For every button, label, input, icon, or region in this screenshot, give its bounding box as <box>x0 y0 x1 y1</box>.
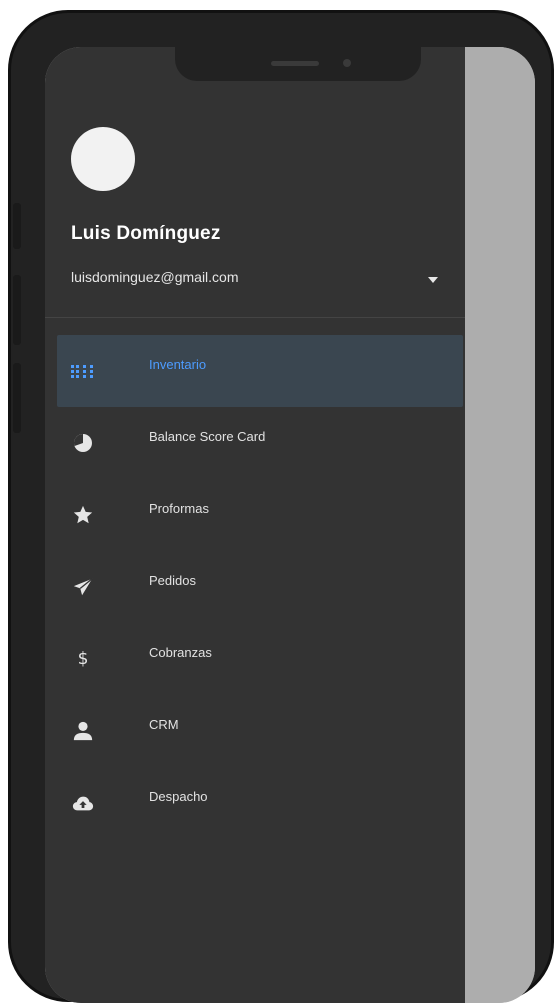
drawer-menu: Inventario Balance Score Card Proformas … <box>45 335 465 839</box>
menu-item-balance-score-card[interactable]: Balance Score Card <box>45 407 465 479</box>
menu-item-label: Pedidos <box>149 573 196 588</box>
phone-side-button <box>13 275 21 345</box>
menu-item-pedidos[interactable]: Pedidos <box>45 551 465 623</box>
phone-notch <box>175 47 421 81</box>
menu-item-cobranzas[interactable]: $ Cobranzas <box>45 623 465 695</box>
cloud-upload-icon <box>71 791 95 815</box>
menu-item-label: Inventario <box>149 357 207 372</box>
user-name: Luis Domínguez <box>71 223 221 244</box>
menu-item-inventario[interactable]: Inventario <box>57 335 463 407</box>
grid-dots-icon <box>71 359 95 383</box>
pie-chart-icon <box>71 431 95 455</box>
divider <box>45 317 465 318</box>
menu-item-label: Balance Score Card <box>149 429 266 444</box>
menu-item-despacho[interactable]: Despacho <box>45 767 465 839</box>
speaker-grille <box>271 61 319 66</box>
avatar[interactable] <box>71 127 135 191</box>
menu-item-proformas[interactable]: Proformas <box>45 479 465 551</box>
phone-side-button <box>13 363 21 433</box>
star-icon <box>71 503 95 527</box>
account-dropdown-icon[interactable] <box>428 277 438 283</box>
drawer-scrim[interactable] <box>465 47 535 1003</box>
menu-item-label: Proformas <box>149 501 209 516</box>
menu-item-label: CRM <box>149 717 179 732</box>
menu-item-label: Despacho <box>149 789 208 804</box>
phone-frame: Luis Domínguez luisdominguez@gmail.com I… <box>8 10 554 1003</box>
send-icon <box>71 575 95 599</box>
phone-side-button <box>13 203 21 249</box>
menu-item-crm[interactable]: CRM <box>45 695 465 767</box>
front-camera <box>343 59 351 67</box>
navigation-drawer: Luis Domínguez luisdominguez@gmail.com I… <box>45 47 465 1003</box>
person-icon <box>71 719 95 743</box>
menu-item-label: Cobranzas <box>149 645 212 660</box>
phone-screen: Luis Domínguez luisdominguez@gmail.com I… <box>45 47 535 1003</box>
user-email: luisdominguez@gmail.com <box>71 269 239 285</box>
dollar-icon: $ <box>77 649 89 669</box>
